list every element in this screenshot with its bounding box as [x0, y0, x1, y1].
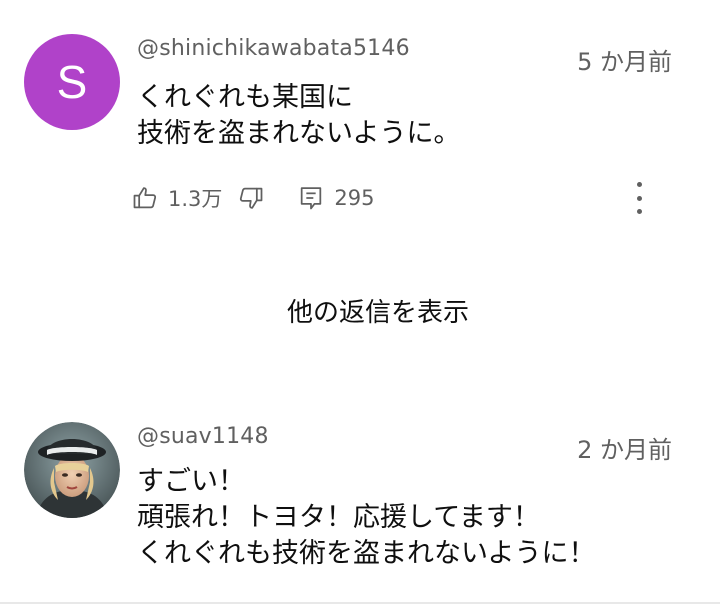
more-options-button[interactable]	[624, 180, 654, 216]
more-vertical-icon	[636, 182, 642, 187]
like-button[interactable]: 1.3万	[130, 178, 222, 218]
thumbs-up-icon	[130, 183, 160, 213]
comment-text: くれぐれも某国に 技術を盗まれないように。	[137, 80, 460, 152]
thumbs-down-icon	[236, 183, 266, 213]
comment-text-line: 頑張れ！トヨタ！応援してます！	[137, 502, 540, 533]
comments-page: S @shinichikawabata5146 5 か月前 くれぐれも某国に 技…	[0, 0, 720, 604]
comment-timestamp: 5 か月前	[577, 48, 672, 76]
avatar[interactable]: S	[24, 34, 120, 130]
comment-text-line: くれぐれも技術を盗まれないように！	[137, 538, 596, 569]
dislike-button[interactable]	[236, 178, 266, 218]
comment-actions: 1.3万 295	[130, 178, 375, 218]
comment-author-handle[interactable]: @suav1148	[137, 424, 269, 449]
avatar-letter: S	[56, 56, 88, 108]
reply-button[interactable]: 295	[296, 178, 375, 218]
comment-icon	[296, 183, 326, 213]
comment-text-line: すごい！	[137, 466, 245, 497]
comment-author-handle[interactable]: @shinichikawabata5146	[137, 36, 410, 61]
like-count: 1.3万	[168, 187, 223, 211]
show-replies-button[interactable]: 他の返信を表示	[0, 292, 720, 329]
reply-count: 295	[334, 186, 375, 210]
comment-item: @suav1148 2 か月前 すごい！ 頑張れ！トヨタ！応援してます！ くれぐ…	[0, 420, 720, 604]
comment-text-line: くれぐれも某国に	[137, 82, 353, 113]
comment-text: すごい！ 頑張れ！トヨタ！応援してます！ くれぐれも技術を盗まれないように！	[137, 464, 595, 572]
avatar-portrait-image	[24, 422, 120, 518]
avatar[interactable]	[24, 422, 120, 518]
comment-item: S @shinichikawabata5146 5 か月前 くれぐれも某国に 技…	[0, 30, 720, 220]
comment-timestamp: 2 か月前	[577, 436, 672, 464]
comment-text-line: 技術を盗まれないように。	[137, 118, 461, 149]
